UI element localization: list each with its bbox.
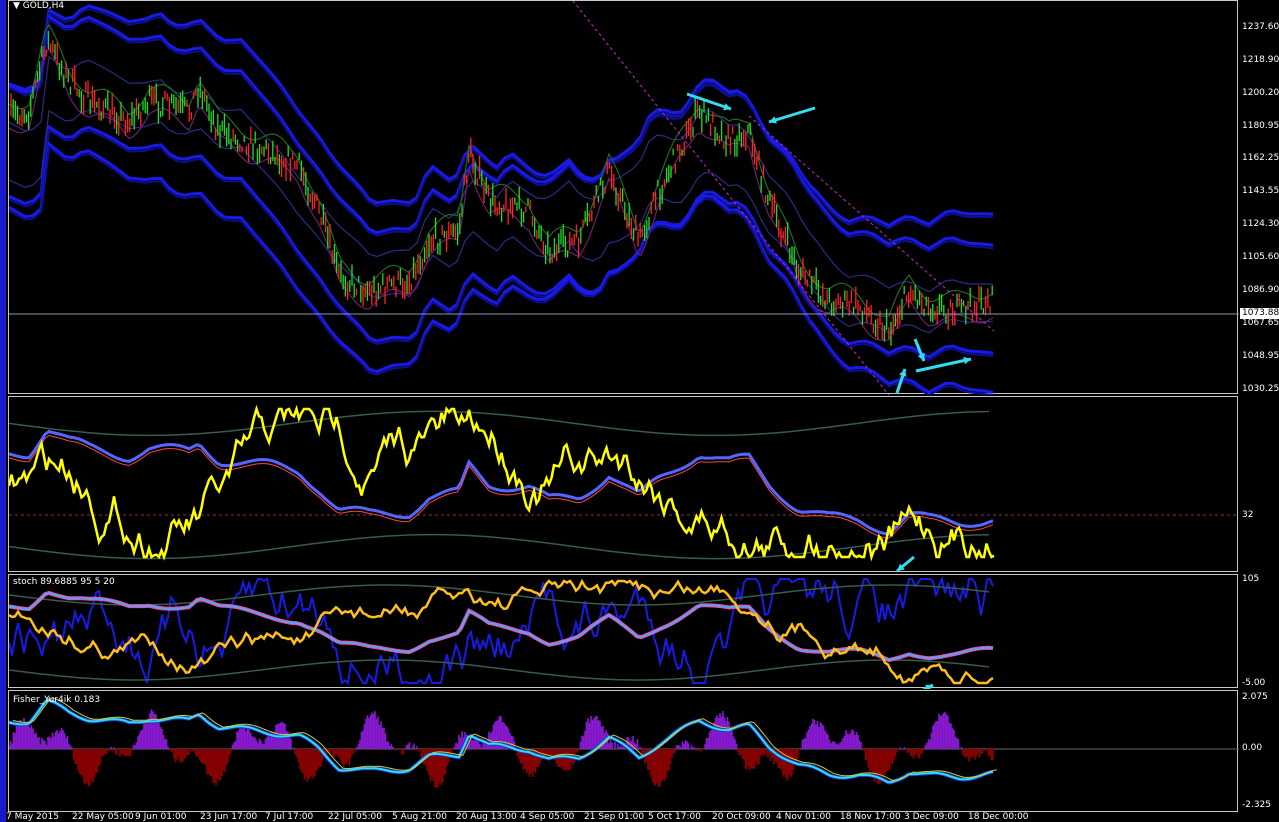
- price-label: 1162.25: [1242, 153, 1279, 163]
- time-label: 22 May 05:00: [72, 812, 134, 822]
- envelope-line: [9, 23, 994, 317]
- time-label: 9 Jun 01:00: [135, 812, 187, 822]
- bollinger-band-shadow: [9, 7, 994, 230]
- price-label: 1105.60: [1242, 252, 1279, 262]
- price-axis[interactable]: 1237.60 1218.90 1200.20 1180.95 1162.25 …: [1240, 0, 1279, 394]
- price-label: 1086.90: [1242, 285, 1279, 295]
- stochastic-title: stoch 89.6885 95 5 20: [13, 577, 115, 587]
- time-label: 22 Jul 05:00: [328, 812, 382, 822]
- fisher-axis[interactable]: 2.075 0.00 -2.325: [1240, 690, 1279, 812]
- indicator-ma: [9, 429, 994, 536]
- time-label: 18 Dec 00:00: [968, 812, 1029, 822]
- trend-line: [748, 115, 995, 332]
- axis-label: 32: [1242, 510, 1254, 520]
- price-label: 1030.25: [1242, 384, 1279, 394]
- price-label: 1048.95: [1242, 351, 1279, 361]
- indicator-ma-signal: [9, 434, 994, 539]
- price-plot: [9, 1, 1239, 395]
- stochastic-plot: [9, 575, 994, 689]
- time-label: 20 Oct 09:00: [712, 812, 771, 822]
- fisher-plot: [9, 697, 1239, 789]
- stochastic-band: [9, 659, 990, 681]
- price-label: 1180.95: [1242, 121, 1279, 131]
- stochastic-pane[interactable]: stoch 89.6885 95 5 20: [8, 574, 1238, 689]
- price-label: 1124.30: [1242, 219, 1279, 229]
- axis-label: 2.075: [1242, 692, 1268, 702]
- fisher-pane[interactable]: Fisher_Yur4ik 0.183: [8, 690, 1239, 812]
- indicator-oscillator: [9, 404, 995, 562]
- indicator-1-plot: [9, 404, 1239, 573]
- symbol-label: GOLD,H4: [22, 1, 65, 11]
- time-label: 7 May 2015: [6, 812, 59, 822]
- main-price-chart[interactable]: ▼ GOLD,H4: [8, 0, 1239, 395]
- time-label: 5 Oct 17:00: [648, 812, 701, 822]
- current-price-label: 1073.88: [1240, 308, 1279, 319]
- symbol-title[interactable]: ▼ GOLD,H4: [13, 1, 64, 11]
- axis-label: 105: [1242, 574, 1260, 584]
- trend-line: [572, 1, 890, 395]
- price-label: 1237.60: [1242, 22, 1279, 32]
- axis-label: -5.00: [1242, 678, 1266, 688]
- time-label: 18 Nov 17:00: [840, 812, 901, 822]
- time-axis[interactable]: 7 May 2015 22 May 05:00 9 Jun 01:00 23 J…: [0, 812, 1240, 822]
- chart-left-edge: [0, 0, 6, 822]
- axis-label: 0.00: [1242, 743, 1263, 753]
- price-label: 1143.55: [1242, 186, 1279, 196]
- axis-label: -2.325: [1242, 800, 1272, 810]
- stochastic-main: [9, 575, 994, 686]
- time-label: 20 Aug 13:00: [456, 812, 517, 822]
- price-label: 1200.20: [1242, 88, 1279, 98]
- price-label: 1067.65: [1242, 318, 1279, 328]
- indicator-pane-1[interactable]: [8, 396, 1239, 573]
- time-label: 7 Jul 17:00: [265, 812, 314, 822]
- fisher-title: Fisher_Yur4ik 0.183: [13, 695, 101, 705]
- chart-menu-icon[interactable]: ▼: [13, 1, 20, 11]
- time-label: 4 Sep 05:00: [520, 812, 575, 822]
- time-label: 4 Nov 01:00: [776, 812, 831, 822]
- time-label: 3 Dec 09:00: [904, 812, 959, 822]
- indicator-1-axis[interactable]: 32: [1240, 396, 1279, 572]
- time-label: 5 Aug 21:00: [392, 812, 447, 822]
- indicator-band: [9, 410, 990, 437]
- price-label: 1218.90: [1242, 55, 1279, 65]
- time-label: 21 Sep 01:00: [584, 812, 645, 822]
- time-label: 23 Jun 17:00: [200, 812, 258, 822]
- stochastic-axis[interactable]: 105 -5.00: [1240, 574, 1279, 688]
- annotation-arrow: [768, 106, 816, 124]
